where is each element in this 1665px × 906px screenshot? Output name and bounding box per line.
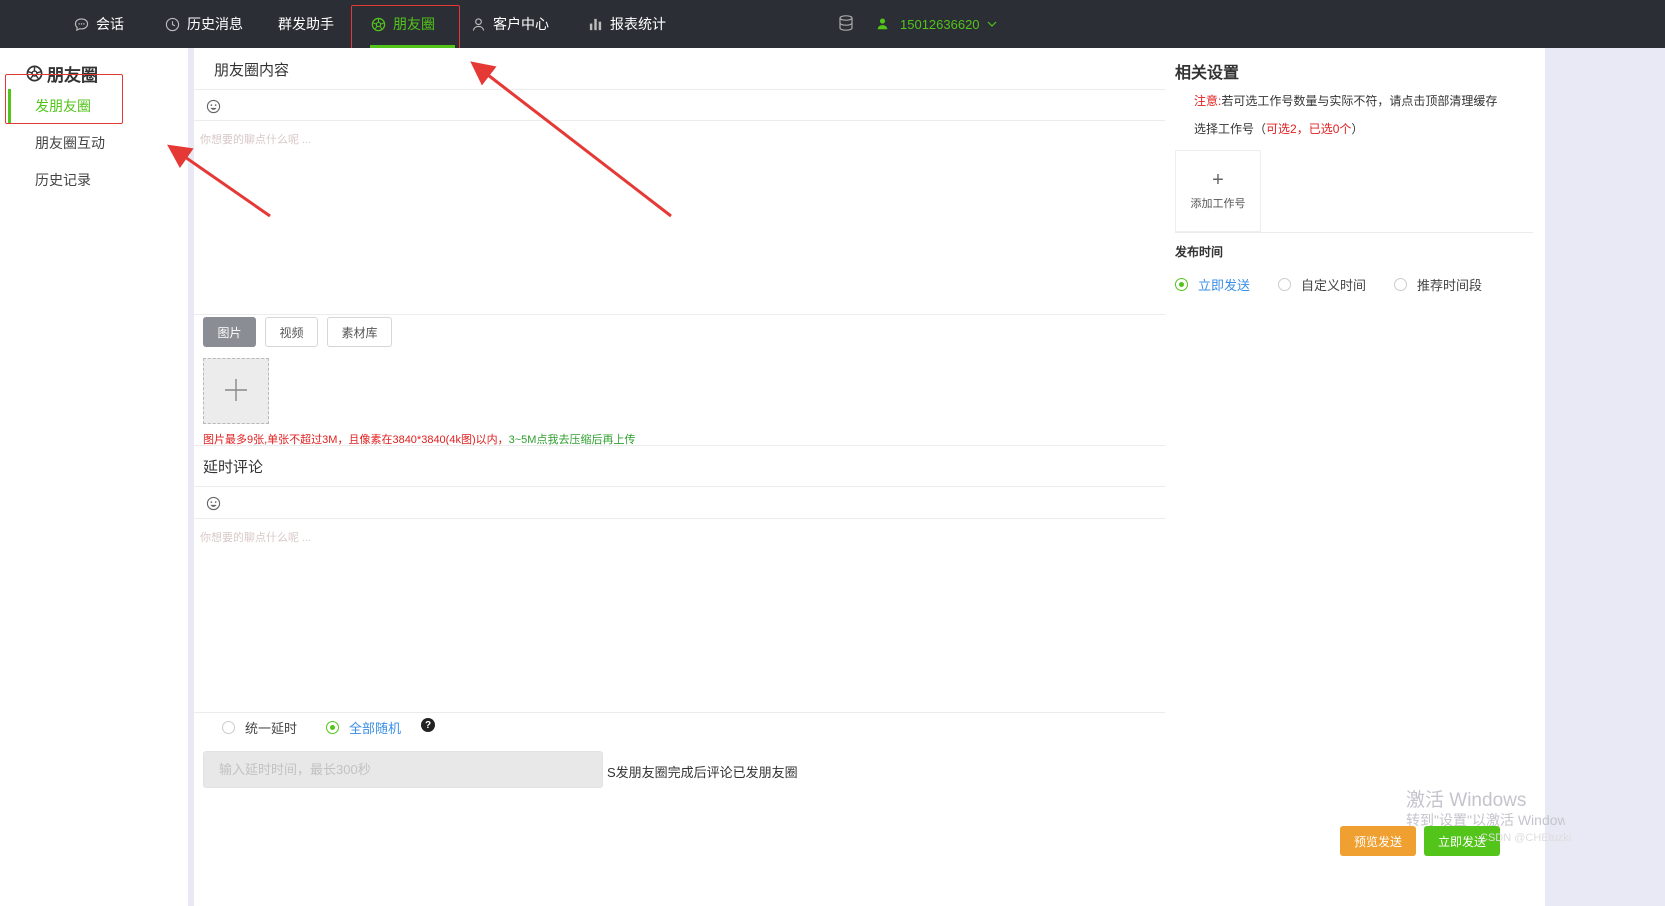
sidebar-item-label: 朋友圈互动 — [35, 135, 105, 151]
nav-label: 客户中心 — [493, 16, 549, 32]
divider — [194, 486, 1178, 487]
radio-custom-time[interactable]: 自定义时间 — [1278, 275, 1366, 294]
clock-icon — [164, 16, 180, 32]
nav-item-moments[interactable]: 朋友圈 — [370, 0, 455, 48]
tab-label: 图片 — [217, 325, 242, 340]
delay-time-input[interactable] — [203, 751, 603, 788]
choose-label: 选择工作号（ — [1194, 122, 1267, 136]
divider — [194, 89, 1178, 90]
divider — [194, 314, 1178, 315]
radio-circle — [1394, 278, 1407, 291]
nav-item-broadcast[interactable]: 群发助手 — [278, 0, 334, 48]
plus-icon — [223, 377, 249, 406]
moments-icon — [26, 65, 43, 82]
choose-end: ） — [1351, 122, 1364, 136]
moments-content-textarea[interactable] — [194, 123, 1178, 313]
bar-chart-icon — [587, 16, 603, 32]
radio-circle — [1175, 278, 1188, 291]
choose-account-label: 选择工作号（可选2，已选0个） — [1194, 120, 1363, 137]
nav-item-history[interactable]: 历史消息 — [164, 0, 243, 48]
sidebar-item-label: 历史记录 — [35, 172, 91, 188]
publish-time-label: 发布时间 — [1175, 245, 1224, 259]
plus-icon: + — [1212, 169, 1224, 191]
radio-send-now[interactable]: 立即发送 — [1175, 275, 1250, 294]
radio-label: 立即发送 — [1198, 278, 1251, 293]
radio-label: 推荐时间段 — [1417, 278, 1483, 293]
help-icon[interactable]: ? — [421, 718, 435, 732]
account-number: 15012636620 — [900, 16, 980, 32]
left-sidebar: 朋友圈 发朋友圈 朋友圈互动 历史记录 — [0, 48, 188, 906]
nav-label: 历史消息 — [187, 16, 243, 32]
sidebar-item-label: 发朋友圈 — [35, 98, 91, 114]
divider — [194, 518, 1178, 519]
image-upload-button[interactable] — [203, 358, 269, 424]
chat-icon — [73, 16, 89, 32]
tab-video[interactable]: 视频 — [265, 317, 318, 347]
divider — [194, 712, 1178, 713]
tab-image[interactable]: 图片 — [203, 317, 256, 347]
windows-activation-watermark: 激活 Windows — [1406, 790, 1527, 811]
settings-notice: 注意:若可选工作号数量与实际不符，请点击顶部清理缓存 — [1194, 92, 1497, 109]
sidebar-title: 朋友圈 — [26, 61, 98, 86]
radio-label: 自定义时间 — [1301, 278, 1367, 293]
tab-material-library[interactable]: 素材库 — [327, 317, 392, 347]
account-dropdown[interactable]: 15012636620 — [876, 0, 998, 48]
add-account-button[interactable]: + 添加工作号 — [1175, 150, 1261, 232]
radio-circle — [222, 721, 235, 734]
radio-label: 全部随机 — [349, 721, 402, 736]
content-section-title: 朋友圈内容 — [214, 62, 290, 79]
emoji-icon[interactable] — [206, 496, 221, 511]
tab-label: 视频 — [279, 325, 304, 340]
settings-title: 相关设置 — [1175, 65, 1240, 82]
divider — [194, 120, 1178, 121]
nav-label: 会话 — [96, 16, 124, 32]
database-icon[interactable] — [837, 14, 855, 32]
moments-icon — [370, 16, 386, 32]
radio-circle — [1278, 278, 1291, 291]
scrollbar-track[interactable] — [1545, 48, 1665, 906]
choose-count: 可选2，已选0个 — [1266, 122, 1352, 136]
csdn-watermark: CSDN @CHEtuzki — [1480, 832, 1572, 844]
divider — [194, 445, 1178, 446]
user-icon — [876, 17, 890, 31]
user-icon — [470, 16, 486, 32]
divider — [1175, 232, 1533, 233]
chevron-down-icon — [986, 18, 998, 30]
sidebar-item-history[interactable]: 历史记录 — [8, 163, 188, 197]
settings-panel: 相关设置 注意:若可选工作号数量与实际不符，请点击顶部清理缓存 选择工作号（可选… — [1165, 48, 1545, 906]
nav-item-reports[interactable]: 报表统计 — [587, 0, 666, 48]
emoji-icon[interactable] — [206, 99, 221, 114]
sidebar-title-text: 朋友圈 — [47, 66, 98, 85]
comment-textarea[interactable] — [194, 521, 1178, 711]
radio-uniform-delay[interactable]: 统一延时 — [222, 718, 297, 737]
top-navigation-bar: 会话 历史消息 群发助手 朋友圈 客户中心 报表统计 15012636620 — [0, 0, 1665, 48]
comment-section-title: 延时评论 — [203, 459, 264, 476]
radio-recommended-time[interactable]: 推荐时间段 — [1394, 275, 1482, 294]
sidebar-item-moments-interaction[interactable]: 朋友圈互动 — [8, 126, 188, 160]
notice-text: 若可选工作号数量与实际不符，请点击顶部清理缓存 — [1221, 94, 1498, 108]
preview-send-button[interactable]: 预览发送 — [1340, 826, 1416, 856]
radio-circle — [326, 721, 339, 734]
tab-label: 素材库 — [341, 325, 378, 340]
nav-item-chat[interactable]: 会话 — [73, 0, 124, 48]
main-panel: 朋友圈内容 图片 视频 素材库 图片最多9张,单张不超过3M，且像素在3840*… — [194, 48, 1178, 906]
radio-all-random[interactable]: 全部随机 — [326, 718, 401, 737]
nav-item-customers[interactable]: 客户中心 — [470, 0, 549, 48]
sidebar-item-post-moments[interactable]: 发朋友圈 — [8, 89, 188, 123]
nav-label: 朋友圈 — [393, 16, 435, 32]
nav-label: 报表统计 — [610, 16, 666, 32]
delay-suffix-text: S发朋友圈完成后评论已发朋友圈 — [607, 765, 798, 780]
radio-label: 统一延时 — [245, 721, 298, 736]
nav-label: 群发助手 — [278, 16, 334, 32]
add-account-label: 添加工作号 — [1190, 198, 1246, 210]
notice-label: 注意: — [1194, 94, 1222, 108]
